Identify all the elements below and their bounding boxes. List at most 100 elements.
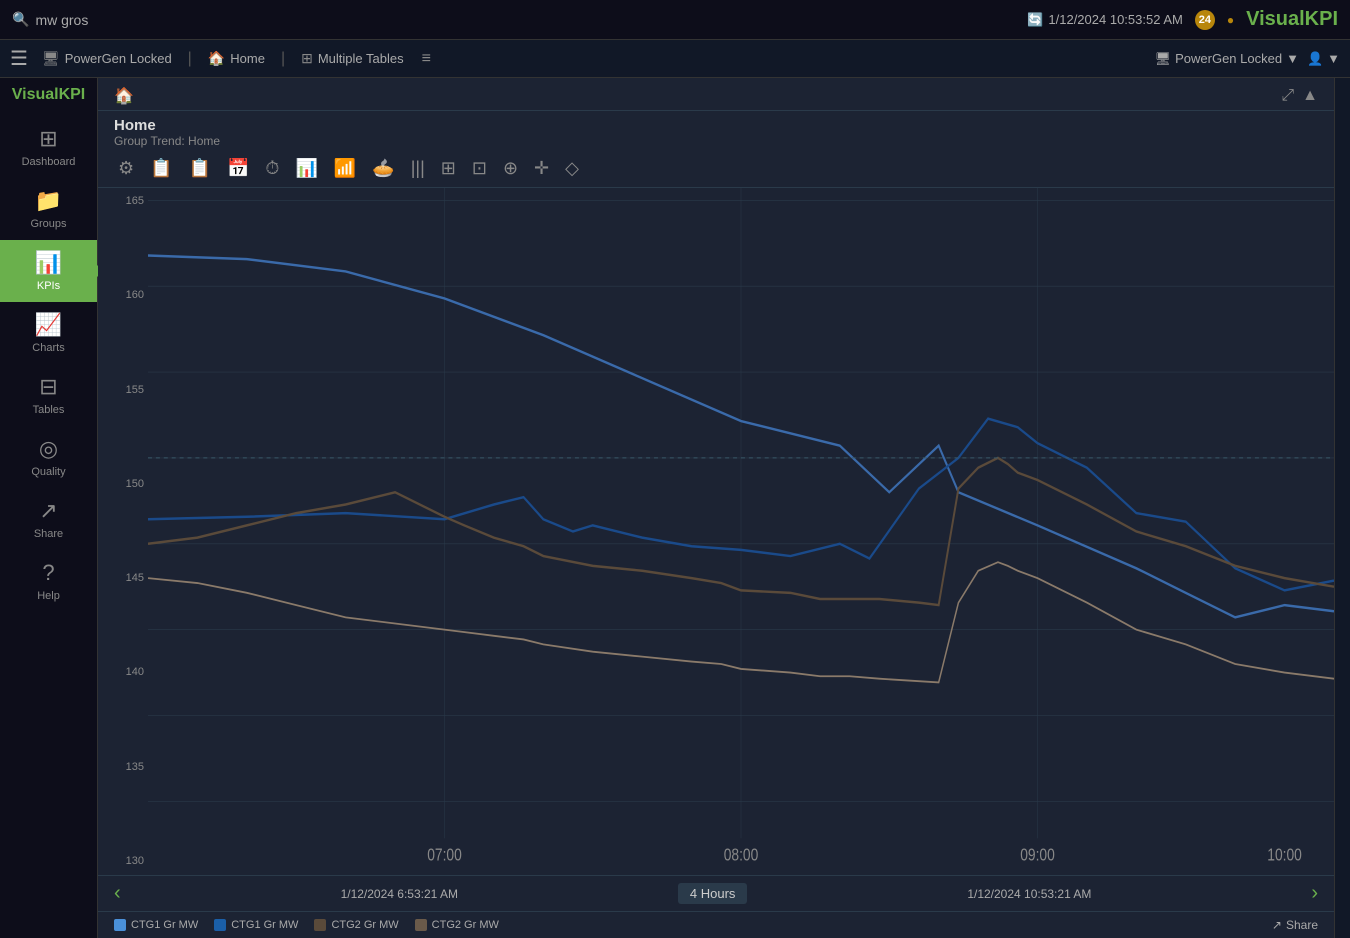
toolbar-plus[interactable]: ✛ <box>530 156 553 181</box>
nav-bar: ☰ 🖥 PowerGen Locked | 🏠 Home | ⊞ Multipl… <box>0 40 1350 78</box>
nav-tables-label: Multiple Tables <box>318 51 404 66</box>
y-label-145: 145 <box>98 573 144 584</box>
toolbar-view1[interactable]: 📋 <box>146 156 176 181</box>
quality-icon: ◎ <box>39 436 58 462</box>
top-bar: 🔍 mw gros 🔄 1/12/2024 10:53:52 AM 24 ● V… <box>0 0 1350 40</box>
nav-sort-icon[interactable]: ≡ <box>422 50 431 68</box>
breadcrumb: 🏠 <box>114 86 134 106</box>
sidebar-label-kpis: KPIs <box>37 280 60 292</box>
chart-area: 165 160 155 150 145 140 135 130 <box>98 188 1334 875</box>
sidebar-item-quality[interactable]: ◎ Quality <box>0 426 97 488</box>
sidebar-label-share: Share <box>34 528 63 540</box>
tables-nav-icon: ⊞ <box>301 50 313 67</box>
expand-icon[interactable]: ⤢ <box>1281 87 1294 105</box>
sidebar-logo: VisualKPI <box>12 86 86 104</box>
groups-icon: 📁 <box>35 188 62 214</box>
share-button[interactable]: ↗ Share <box>1272 918 1318 932</box>
chart-prev-btn[interactable]: ‹ <box>114 882 121 905</box>
chart-next-btn[interactable]: › <box>1311 882 1318 905</box>
legend-right: ↗ Share <box>1272 918 1318 932</box>
search-area: 🔍 mw gros <box>12 11 1017 28</box>
toolbar: ⚙ 📋 📋 📅 ⏱ 📊 📶 🥧 ||| ⊞ ⊡ ⊕ ✛ ◇ <box>98 150 1334 188</box>
chart-svg-wrapper: 07:00 08:00 09:00 10:00 <box>148 188 1334 875</box>
sidebar-item-dashboard[interactable]: ⊞ Dashboard <box>0 116 97 178</box>
y-axis: 165 160 155 150 145 140 135 130 <box>98 188 148 875</box>
breadcrumb-home-icon[interactable]: 🏠 <box>114 86 134 106</box>
toolbar-column-chart[interactable]: ||| <box>407 156 429 181</box>
legend-color-ctg1-dark <box>214 919 226 931</box>
sidebar-label-help: Help <box>37 590 60 602</box>
sidebar-item-groups[interactable]: 📁 Groups <box>0 178 97 240</box>
chevron-down-icon2: ▼ <box>1327 51 1340 66</box>
sidebar-item-help[interactable]: ? Help <box>0 550 97 612</box>
clock-icon: 🔄 <box>1027 12 1043 28</box>
nav-powergen-dropdown[interactable]: 🖥 PowerGen Locked ▼ <box>1155 51 1299 67</box>
y-label-165: 165 <box>98 196 144 207</box>
nav-dropdown-label: PowerGen Locked <box>1175 51 1282 66</box>
toolbar-time[interactable]: ⏱ <box>261 156 283 181</box>
chart-start-time: 1/12/2024 6:53:21 AM <box>341 887 458 901</box>
toolbar-pie[interactable]: 🥧 <box>368 156 398 181</box>
svg-text:07:00: 07:00 <box>427 846 462 865</box>
chart-nav: ‹ 1/12/2024 6:53:21 AM 4 Hours 1/12/2024… <box>98 875 1334 911</box>
nav-powergen[interactable]: 🖥 PowerGen Locked <box>34 46 180 71</box>
nav-home[interactable]: 🏠 Home <box>200 46 273 71</box>
right-panel <box>1334 78 1350 938</box>
search-query[interactable]: mw gros <box>35 12 88 28</box>
chart-legend: CTG1 Gr MW CTG1 Gr MW CTG2 Gr MW CTG2 Gr… <box>98 911 1334 938</box>
toolbar-bar-chart2[interactable]: 📶 <box>330 156 360 181</box>
collapse-icon[interactable]: ▲ <box>1302 87 1318 105</box>
nav-sep2: | <box>281 50 285 68</box>
sidebar: VisualKPI ⊞ Dashboard 📁 Groups 📊 KPIs 📈 … <box>0 78 98 938</box>
legend-color-ctg2-brown <box>314 919 326 931</box>
nav-user-dropdown[interactable]: 👤 ▼ <box>1307 51 1340 67</box>
nav-sep1: | <box>188 50 192 68</box>
content-header-right: ⤢ ▲ <box>1281 87 1318 105</box>
alert-badge[interactable]: 24 <box>1195 10 1215 30</box>
monitor-icon: 🖥 <box>42 50 60 67</box>
legend-label-ctg1-dark: CTG1 Gr MW <box>231 919 298 931</box>
sidebar-label-groups: Groups <box>30 218 66 230</box>
datetime-display: 🔄 1/12/2024 10:53:52 AM <box>1027 12 1183 28</box>
svg-text:09:00: 09:00 <box>1020 846 1055 865</box>
toolbar-view2[interactable]: 📋 <box>185 156 215 181</box>
sidebar-label-quality: Quality <box>31 466 65 478</box>
sidebar-item-share[interactable]: ↗ Share <box>0 488 97 550</box>
toolbar-grid[interactable]: ⊡ <box>468 156 491 181</box>
main-layout: VisualKPI ⊞ Dashboard 📁 Groups 📊 KPIs 📈 … <box>0 78 1350 938</box>
toolbar-bar-chart[interactable]: 📊 <box>291 156 321 181</box>
chevron-down-icon: ▼ <box>1286 51 1299 66</box>
app-logo: VisualKPI <box>1246 8 1338 31</box>
alert-dot: ● <box>1227 13 1234 27</box>
help-icon: ? <box>42 560 54 586</box>
sidebar-item-charts[interactable]: 📈 Charts <box>0 302 97 364</box>
sidebar-item-tables[interactable]: ⊟ Tables <box>0 364 97 426</box>
legend-label-ctg2-gray: CTG2 Gr MW <box>432 919 499 931</box>
group-subtitle: Group Trend: Home <box>114 134 1318 148</box>
chart-period[interactable]: 4 Hours <box>678 883 748 904</box>
nav-tables[interactable]: ⊞ Multiple Tables <box>293 46 412 71</box>
logo-text-visual: Visual <box>1246 8 1305 30</box>
toolbar-diamond[interactable]: ◇ <box>561 156 583 181</box>
group-title: Home <box>114 117 1318 134</box>
share-icon: ↗ <box>39 498 57 524</box>
toolbar-settings[interactable]: ⚙ <box>114 156 138 181</box>
chart-end-time: 1/12/2024 10:53:21 AM <box>967 887 1091 901</box>
toolbar-crosshair[interactable]: ⊕ <box>499 156 522 181</box>
charts-icon: 📈 <box>35 312 62 338</box>
hamburger-menu[interactable]: ☰ <box>10 46 28 71</box>
sidebar-item-kpis[interactable]: 📊 KPIs <box>0 240 97 302</box>
chart-svg: 07:00 08:00 09:00 10:00 <box>148 188 1334 875</box>
legend-color-ctg2-gray <box>415 919 427 931</box>
legend-color-ctg1-blue <box>114 919 126 931</box>
tables-icon: ⊟ <box>39 374 57 400</box>
dashboard-icon: ⊞ <box>39 126 57 152</box>
toolbar-table[interactable]: ⊞ <box>437 156 460 181</box>
nav-powergen-label: PowerGen Locked <box>65 51 172 66</box>
share-icon-bottom: ↗ <box>1272 918 1282 932</box>
y-label-150: 150 <box>98 479 144 490</box>
content-area: 🏠 ⤢ ▲ Home Group Trend: Home ⚙ 📋 📋 📅 ⏱ 📊… <box>98 78 1334 938</box>
legend-label-ctg2-brown: CTG2 Gr MW <box>331 919 398 931</box>
y-label-130: 130 <box>98 856 144 867</box>
toolbar-calendar[interactable]: 📅 <box>223 156 253 181</box>
